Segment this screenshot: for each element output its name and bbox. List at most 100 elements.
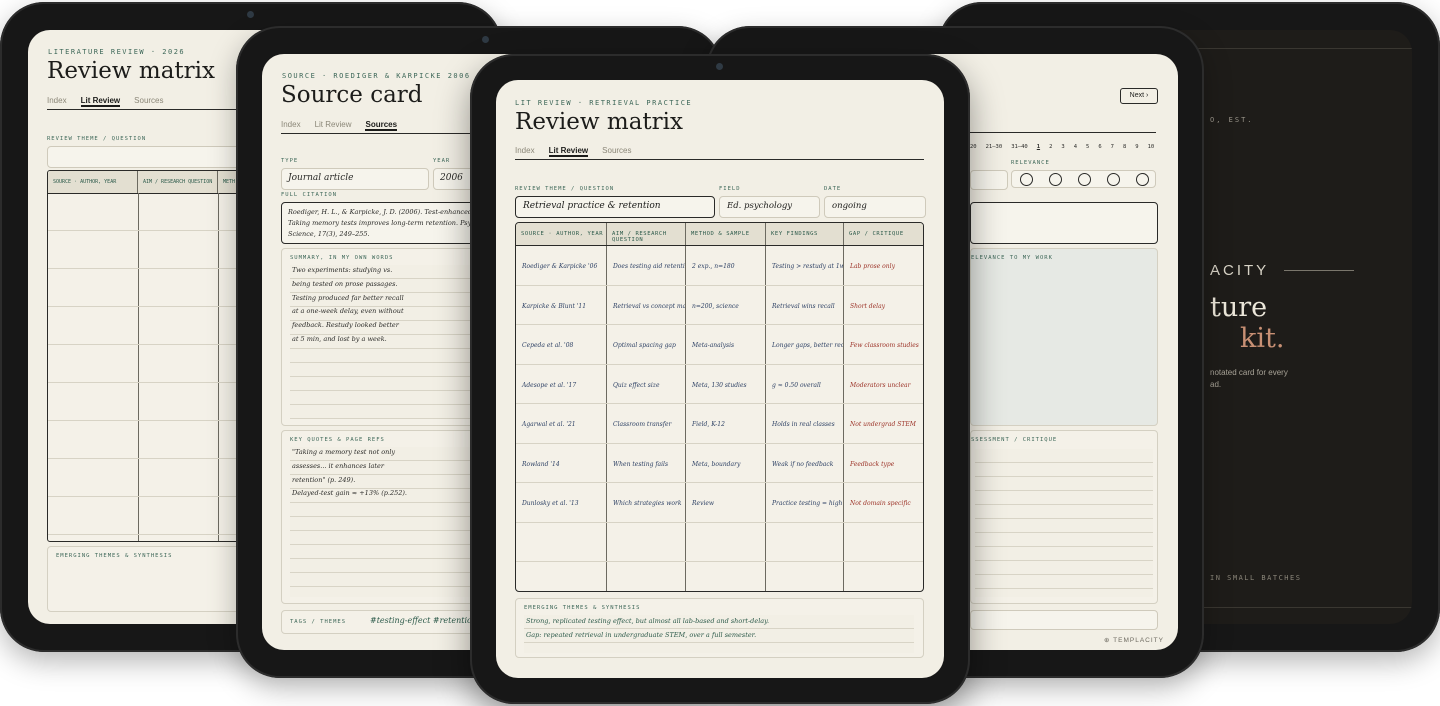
cell-method[interactable]: 2 exp., n=180 (686, 246, 766, 285)
table-row[interactable] (516, 522, 923, 562)
table-row[interactable]: Cepeda et al. '08 Optimal spacing gap Meta… (516, 325, 923, 365)
cell-source[interactable]: Agarwal et al. '21 (516, 404, 607, 443)
table-row[interactable]: Karpicke & Blunt '11 Retrieval vs concept… (516, 285, 923, 325)
tab-index[interactable]: Index (281, 120, 301, 131)
cell-source[interactable]: Dunlosky et al. '13 (516, 483, 607, 522)
theme-input[interactable]: Retrieval practice & retention (515, 196, 715, 218)
page-link[interactable]: 21–30 (986, 144, 1003, 150)
partial-input[interactable] (970, 170, 1008, 190)
cell-findings[interactable]: Longer gaps, better recall (766, 325, 844, 364)
tab-sources[interactable]: Sources (134, 96, 163, 107)
cell-source[interactable] (516, 562, 607, 591)
page-link[interactable]: 8 (1123, 144, 1126, 150)
table-row[interactable]: Roediger & Karpicke '06 Does testing aid … (516, 246, 923, 286)
cell-aim[interactable]: Does testing aid retention? (607, 246, 686, 285)
cell-gap[interactable]: Few classroom studies (844, 325, 923, 364)
cell-findings[interactable] (766, 522, 844, 561)
cell-aim[interactable]: Retrieval vs concept maps (607, 285, 686, 324)
field-input[interactable]: Ed. psychology (719, 196, 820, 218)
cell-method[interactable]: Review (686, 483, 766, 522)
rating-circle[interactable] (1107, 172, 1120, 186)
tab-bar: Index Lit Review Sources (515, 146, 924, 160)
rating-circle[interactable] (1136, 172, 1149, 186)
cell-method[interactable]: Meta, boundary (686, 443, 766, 482)
notes-input[interactable] (970, 202, 1158, 244)
citation-line: Roediger, H. L., & Karpicke, J. D. (2006… (288, 208, 481, 216)
relevance-rating[interactable] (1011, 170, 1156, 188)
cell-aim[interactable]: Which strategies work (607, 483, 686, 522)
cell-findings[interactable] (766, 562, 844, 591)
tab-index[interactable]: Index (47, 96, 67, 107)
page-link-current[interactable]: 1 (1037, 144, 1040, 150)
cell-source[interactable]: Cepeda et al. '08 (516, 325, 607, 364)
tab-lit-review[interactable]: Lit Review (315, 120, 352, 131)
cell-source[interactable] (516, 522, 607, 561)
cell-aim[interactable] (607, 562, 686, 591)
cell-findings[interactable]: Testing > restudy at 1wk (766, 246, 844, 285)
tablet-review-matrix-filled: LIT REVIEW · RETRIEVAL PRACTICE Review m… (470, 54, 970, 704)
page-link[interactable]: 20 (970, 144, 977, 150)
cell-gap[interactable]: Not undergrad STEM (844, 404, 923, 443)
page-link[interactable]: 5 (1086, 144, 1089, 150)
cell-gap[interactable]: Short delay (844, 286, 923, 325)
rating-circle[interactable] (1049, 172, 1062, 186)
cell-gap[interactable] (844, 523, 923, 562)
cell-method[interactable] (686, 522, 766, 561)
cell-findings[interactable]: Holds in real classes (766, 404, 844, 443)
cell-gap[interactable]: Feedback type (844, 444, 923, 483)
rating-circle[interactable] (1020, 172, 1033, 186)
cell-findings[interactable]: Weak if no feedback (766, 443, 844, 482)
cell-aim[interactable]: Classroom transfer (607, 404, 686, 443)
cell-source[interactable]: Adesope et al. '17 (516, 364, 607, 403)
tab-sources[interactable]: Sources (365, 120, 398, 131)
cell-method[interactable] (686, 562, 766, 591)
rating-circle[interactable] (1078, 172, 1091, 186)
tab-lit-review[interactable]: Lit Review (80, 96, 121, 107)
cell-gap[interactable]: Moderators unclear (844, 365, 923, 404)
page-link[interactable]: 4 (1074, 144, 1077, 150)
page-link[interactable]: 2 (1049, 144, 1052, 150)
cell-aim[interactable]: Optimal spacing gap (607, 325, 686, 364)
cell-gap[interactable]: Lab prose only (844, 246, 923, 285)
cell-method[interactable]: Meta-analysis (686, 325, 766, 364)
quote-line: "Taking a memory test not only (292, 448, 396, 456)
page-link[interactable]: 7 (1111, 144, 1114, 150)
date-input[interactable]: ongoing (824, 196, 926, 218)
tab-index[interactable]: Index (515, 146, 535, 157)
cell-method[interactable]: Field, K-12 (686, 404, 766, 443)
cell-gap[interactable]: Not domain specific (844, 483, 923, 522)
date-label: DATE (824, 186, 842, 192)
cover-footer: IN SMALL BATCHES (1210, 574, 1302, 582)
table-row[interactable]: Rowland '14 When testing fails Meta, bound… (516, 443, 923, 483)
cell-aim[interactable]: Quiz effect size (607, 364, 686, 403)
type-input[interactable]: Journal article (281, 168, 429, 190)
tab-lit-review[interactable]: Lit Review (548, 146, 589, 157)
cell-method[interactable]: n=200, science (686, 285, 766, 324)
brand-logo-icon: ⊕ (1104, 637, 1111, 644)
cell-source[interactable]: Karpicke & Blunt '11 (516, 285, 607, 324)
cell-aim[interactable]: When testing fails (607, 443, 686, 482)
cell-gap[interactable] (844, 562, 923, 591)
page-link[interactable]: 3 (1061, 144, 1064, 150)
table-row[interactable]: Adesope et al. '17 Quiz effect size Meta, … (516, 364, 923, 404)
table-row[interactable]: Dunlosky et al. '13 Which strategies work… (516, 483, 923, 523)
page-link[interactable]: 9 (1135, 144, 1138, 150)
cell-aim[interactable] (607, 522, 686, 561)
page-link[interactable]: 6 (1098, 144, 1101, 150)
cell-findings[interactable]: Practice testing = high utility (766, 483, 844, 522)
table-row[interactable] (516, 562, 923, 591)
table-row[interactable]: Agarwal et al. '21 Classroom transfer Fiel… (516, 404, 923, 444)
cell-method[interactable]: Meta, 130 studies (686, 364, 766, 403)
page-link[interactable]: 10 (1148, 144, 1155, 150)
tags-input[interactable] (970, 610, 1158, 630)
next-button[interactable]: Next › (1120, 88, 1158, 104)
cell-source[interactable]: Roediger & Karpicke '06 (516, 246, 607, 285)
cell-findings[interactable]: Retrieval wins recall (766, 285, 844, 324)
cell-source[interactable]: Rowland '14 (516, 443, 607, 482)
cell-findings[interactable]: g ≈ 0.50 overall (766, 364, 844, 403)
page-link[interactable]: 31–40 (1011, 144, 1028, 150)
tab-sources[interactable]: Sources (602, 146, 631, 157)
column-header-aim: AIM / RESEARCH QUESTION (138, 171, 218, 193)
summary-line: being tested on prose passages. (292, 279, 398, 288)
citation-label: FULL CITATION (281, 192, 338, 198)
